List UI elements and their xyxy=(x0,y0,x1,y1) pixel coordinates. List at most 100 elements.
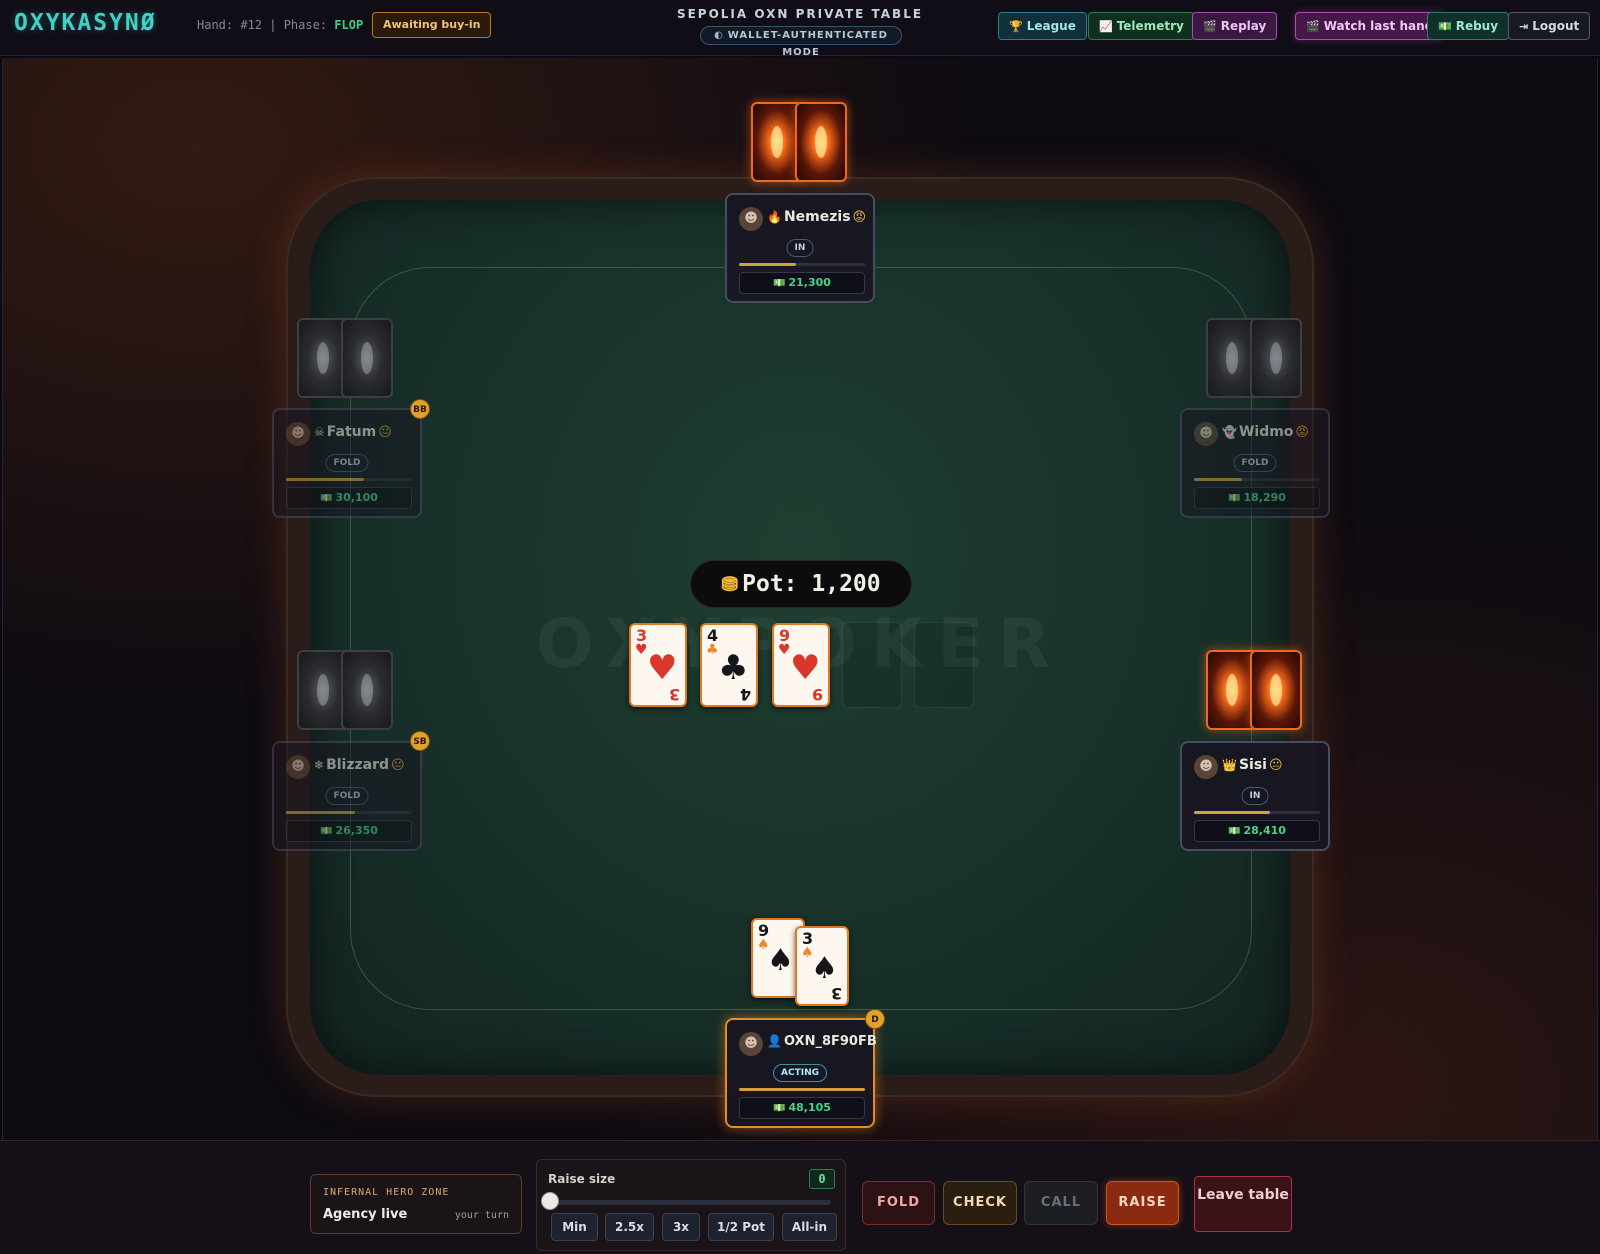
hero-zone-panel: INFERNAL HERO ZONE Agency live your turn xyxy=(310,1174,522,1234)
face-down-card xyxy=(1250,650,1302,730)
league-button[interactable]: 🏆 League xyxy=(998,12,1087,40)
raise-size-label: Raise size xyxy=(548,1172,616,1186)
player-state-badge: ACTING xyxy=(773,1064,827,1082)
logout-label: Logout xyxy=(1532,19,1580,33)
logout-icon: ⇥ xyxy=(1519,20,1529,33)
player-stack: 💵 26,350 xyxy=(286,820,412,842)
dealer-button-badge: D xyxy=(865,1009,885,1029)
money-icon: 💵 xyxy=(1228,826,1241,837)
player-name-text: Sisi xyxy=(1238,757,1267,773)
player-stack: 💵 21,300 xyxy=(739,272,865,294)
avatar: ☻ xyxy=(1194,422,1218,446)
card-rank-bottom: 3 xyxy=(668,685,680,704)
raise-slider-track[interactable] xyxy=(551,1200,831,1205)
player-name-text: Widmo xyxy=(1238,424,1294,440)
top-bar: OXYKASYNØ Hand: #12 | Phase: FLOP Awaiti… xyxy=(0,0,1600,58)
money-icon: 💵 xyxy=(1438,20,1452,33)
preset-3x-button[interactable]: 3x xyxy=(662,1213,700,1241)
call-button[interactable]: CALL xyxy=(1024,1181,1098,1225)
player-state-badge: FOLD xyxy=(325,787,369,805)
telemetry-button[interactable]: 📈 Telemetry xyxy=(1088,12,1195,40)
check-button[interactable]: CHECK xyxy=(943,1181,1017,1225)
stack-bar-fill xyxy=(1194,811,1270,814)
mood-icon: 😐 xyxy=(391,758,405,773)
logout-button[interactable]: ⇥ Logout xyxy=(1508,12,1591,40)
hand-info: Hand: #12 | Phase: FLOP xyxy=(197,18,363,32)
seat-fatum: ☻ ☠ Fatum 😐 FOLD 💵 30,100 xyxy=(272,408,422,518)
mood-icon: 😐 xyxy=(1268,758,1283,773)
fold-button[interactable]: FOLD xyxy=(862,1181,935,1225)
telemetry-label: Telemetry xyxy=(1116,19,1184,33)
seat-blizzard: ☻ ❄ Blizzard 😐 FOLD 💵 26,350 xyxy=(272,741,422,851)
player-name: 🔥 Nemezis 😡 xyxy=(767,209,873,225)
ghost-icon: 👻 xyxy=(1222,425,1237,439)
watch-last-hand-button[interactable]: 🎬 Watch last hand xyxy=(1295,12,1445,40)
coins-icon: ⛃ xyxy=(721,572,739,596)
user-icon: 👤 xyxy=(767,1034,782,1048)
face-down-card xyxy=(341,650,393,730)
skull-icon: ☠ xyxy=(314,425,325,439)
raise-button[interactable]: RAISE xyxy=(1106,1181,1179,1225)
hero-zone-title: INFERNAL HERO ZONE xyxy=(323,1187,450,1198)
money-icon: 💵 xyxy=(773,278,786,289)
mood-icon: 😐 xyxy=(378,425,392,440)
stack-bar-fill xyxy=(1194,478,1242,481)
player-stack-value: 28,410 xyxy=(1243,824,1286,837)
preset-min-button[interactable]: Min xyxy=(551,1213,598,1241)
rebuy-label: Rebuy xyxy=(1455,19,1499,33)
player-name: ☠ Fatum 😐 xyxy=(314,424,420,440)
hand-label: Hand: #12 | Phase: xyxy=(197,18,328,32)
player-state-badge: FOLD xyxy=(325,454,369,472)
crown-icon: 👑 xyxy=(1222,758,1237,772)
player-stack: 💵 48,105 xyxy=(739,1097,865,1119)
player-stack: 💵 28,410 xyxy=(1194,820,1320,842)
mode-pill: ◐ WALLET-AUTHENTICATED MODE xyxy=(700,26,902,58)
mood-icon: 😡 xyxy=(1295,425,1309,440)
board-card: 3 ♥ ♥ 3 xyxy=(629,623,687,707)
stack-bar xyxy=(1194,478,1320,481)
seat-widmo: ☻ 👻 Widmo 😡 FOLD 💵 18,290 xyxy=(1180,408,1330,518)
phase-value: FLOP xyxy=(334,18,364,32)
heart-suit-icon: ♥ xyxy=(647,648,678,688)
hero-hole-card: 3 ♠ ♠ 3 xyxy=(795,926,849,1006)
status-chip: Awaiting buy-in xyxy=(372,12,492,38)
money-icon: 💵 xyxy=(773,1103,786,1114)
clapper-icon: 🎬 xyxy=(1203,20,1217,33)
stack-bar-fill xyxy=(739,1088,865,1091)
seat-sisi: ☻ 👑 Sisi 😐 IN 💵 28,410 xyxy=(1180,741,1330,851)
seat-hero: ☻ 👤 OXN_8F90FB ACTING 💵 48,105 xyxy=(725,1018,877,1128)
preset-half-pot-button[interactable]: 1/2 Pot xyxy=(708,1213,774,1241)
big-blind-badge: BB xyxy=(410,399,430,419)
chart-icon: 📈 xyxy=(1099,20,1113,33)
card-rank-bottom: 4 xyxy=(739,685,751,704)
shield-icon: ◐ xyxy=(714,30,724,41)
player-name-text: Fatum xyxy=(326,424,377,440)
league-label: League xyxy=(1026,19,1076,33)
player-name: ❄ Blizzard 😐 xyxy=(314,757,420,773)
card-suit: ♣ xyxy=(706,642,719,658)
card-suit: ♥ xyxy=(778,642,791,658)
snowflake-icon: ❄ xyxy=(314,758,325,772)
player-state-badge: IN xyxy=(786,239,814,257)
spade-suit-icon: ♠ xyxy=(811,951,838,986)
mood-icon: 😡 xyxy=(852,210,867,225)
card-rank-bottom: 9 xyxy=(811,685,823,704)
preset-2-5x-button[interactable]: 2.5x xyxy=(605,1213,654,1241)
avatar: ☻ xyxy=(1194,755,1218,779)
stack-bar xyxy=(1194,811,1320,814)
board-card: 4 ♣ ♣ 4 xyxy=(700,623,758,707)
leave-table-button[interactable]: Leave table xyxy=(1194,1176,1292,1232)
raise-slider-handle[interactable] xyxy=(541,1192,559,1210)
stack-bar-fill xyxy=(739,263,796,266)
player-name-text: Nemezis xyxy=(783,209,851,225)
preset-all-in-button[interactable]: All-in xyxy=(782,1213,837,1241)
turn-indicator: your turn xyxy=(454,1210,509,1221)
avatar: ☻ xyxy=(739,207,763,231)
rebuy-button[interactable]: 💵 Rebuy xyxy=(1427,12,1510,40)
raise-size-value: 0 xyxy=(809,1169,835,1189)
river-card-slot xyxy=(914,622,974,708)
turn-card-slot xyxy=(842,622,902,708)
card-rank-bottom: 3 xyxy=(830,984,842,1003)
replay-button[interactable]: 🎬 Replay xyxy=(1192,12,1278,40)
club-suit-icon: ♣ xyxy=(718,648,749,688)
